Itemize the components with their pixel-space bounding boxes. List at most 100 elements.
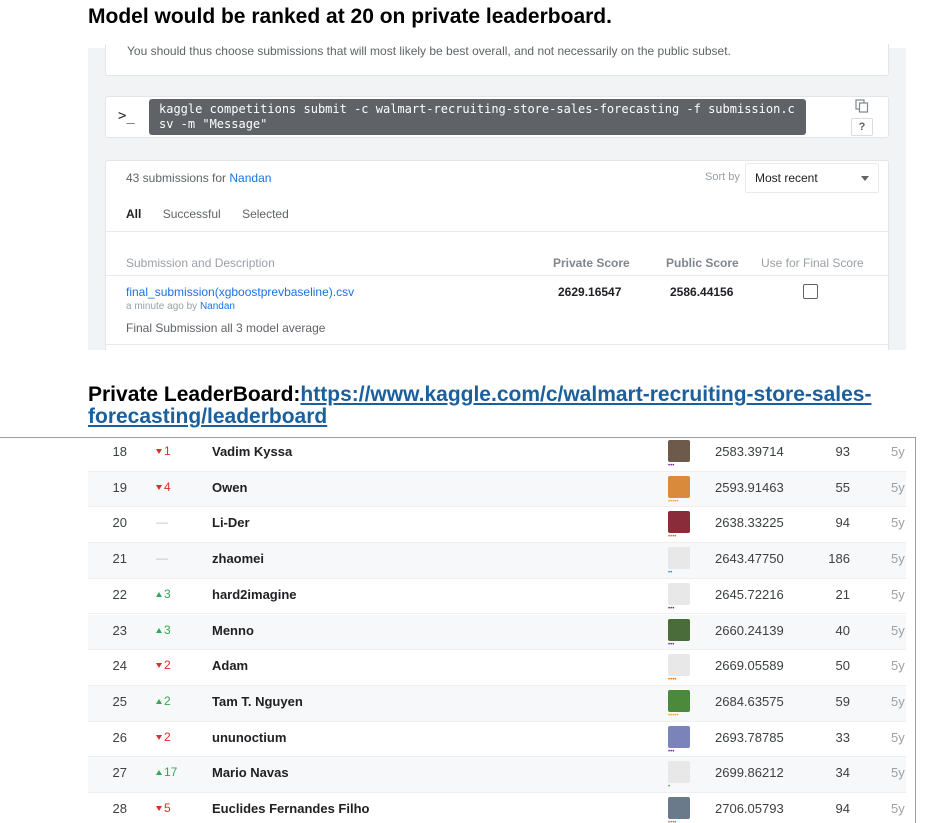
tab-successful[interactable]: Successful	[163, 207, 221, 221]
last-submission-cell: 5y	[891, 693, 905, 709]
copy-icon-graphic	[855, 99, 869, 113]
rank-change-value: —	[156, 515, 168, 530]
rank-cell: 26	[112, 729, 127, 745]
avatar[interactable]	[668, 689, 690, 712]
tier-dots: ••••	[668, 534, 677, 541]
leaderboard-row[interactable]: 19 4 Owen ••••• 2593.91463 55 5y	[88, 471, 906, 508]
rank-cell: 25	[112, 693, 127, 709]
avatar[interactable]	[668, 475, 690, 498]
entries-cell: 94	[835, 515, 850, 531]
last-submission-cell: 5y	[891, 551, 905, 567]
avatar[interactable]	[668, 547, 690, 570]
last-submission-cell: 5y	[891, 729, 905, 745]
rank-cell: 22	[112, 586, 127, 602]
rank-change-value: 17	[164, 765, 178, 780]
leaderboard-row[interactable]: 18 1 Vadim Kyssa ••• 2583.39714 93 5y	[88, 438, 906, 472]
arrow-down-icon	[156, 449, 162, 454]
last-submission-cell: 5y	[891, 801, 905, 816]
team-name[interactable]: Menno	[212, 623, 254, 638]
row-divider	[106, 344, 888, 345]
public-score: 2586.44156	[670, 285, 734, 299]
entries-cell: 55	[835, 479, 850, 495]
header-divider	[106, 275, 888, 276]
rank-change: —	[156, 515, 168, 529]
submission-author-link[interactable]: Nandan	[200, 301, 235, 312]
team-name[interactable]: Vadim Kyssa	[212, 444, 292, 459]
tier-dots: ••••	[668, 677, 677, 684]
sort-by-label: Sort by	[705, 171, 740, 183]
col-public-score: Public Score	[666, 256, 739, 270]
score-cell: 2583.39714	[715, 444, 784, 459]
user-link[interactable]: Nandan	[229, 171, 271, 185]
col-private-score: Private Score	[553, 256, 630, 270]
tab-all[interactable]: All	[126, 207, 141, 221]
entries-cell: 59	[835, 693, 850, 709]
submissions-panel: You should thus choose submissions that …	[88, 44, 906, 350]
team-name[interactable]: hard2imagine	[212, 587, 297, 602]
avatar[interactable]	[668, 440, 690, 462]
leaderboard-row[interactable]: 27 17 Mario Navas • 2699.86212 34 5y	[88, 757, 906, 793]
avatar[interactable]	[668, 725, 690, 748]
entries-cell: 34	[835, 765, 850, 781]
tier-dots: •••••	[668, 712, 679, 719]
avatar[interactable]	[668, 761, 690, 784]
help-button[interactable]: ?	[851, 118, 873, 136]
avatar[interactable]	[668, 797, 690, 819]
api-command[interactable]: kaggle competitions submit -c walmart-re…	[149, 99, 806, 135]
team-name[interactable]: Tam T. Nguyen	[212, 694, 303, 709]
api-command-card: >_ kaggle competitions submit -c walmart…	[105, 96, 889, 138]
rank-change-value: 5	[164, 801, 171, 815]
submission-description: Final Submission all 3 model average	[126, 321, 326, 335]
leaderboard-row[interactable]: 26 2 ununoctium ••• 2693.78785 33 5y	[88, 722, 906, 758]
copy-icon[interactable]	[851, 99, 873, 117]
tier-dots: •	[668, 784, 671, 791]
score-cell: 2684.63575	[715, 693, 784, 709]
rank-change-value: 2	[164, 658, 171, 673]
team-name[interactable]: Mario Navas	[212, 765, 289, 780]
chevron-down-icon	[861, 176, 869, 181]
leaderboard-table: 18 1 Vadim Kyssa ••• 2583.39714 93 5y 19 4 Owen ••…	[0, 437, 916, 823]
team-name[interactable]: Li-Der	[212, 515, 250, 530]
score-cell: 2645.72216	[715, 586, 784, 602]
team-name[interactable]: zhaomei	[212, 551, 264, 566]
rank-change: 2	[156, 694, 171, 708]
rank-change: 5	[156, 801, 171, 815]
avatar[interactable]	[668, 511, 690, 534]
tabs-divider	[106, 231, 888, 232]
leaderboard-row[interactable]: 22 3 hard2imagine ••• 2645.72216 21 5y	[88, 579, 906, 615]
team-name[interactable]: Euclides Fernandes Filho	[212, 801, 369, 816]
last-submission-cell: 5y	[891, 658, 905, 674]
team-name[interactable]: Owen	[212, 480, 247, 495]
leaderboard-row[interactable]: 20 — Li-Der •••• 2638.33225 94 5y	[88, 507, 906, 544]
tab-selected[interactable]: Selected	[242, 207, 289, 221]
tier-dots: •••	[668, 641, 675, 648]
tier-dots: •••••	[668, 498, 679, 505]
team-name[interactable]: Adam	[212, 658, 248, 673]
team-name[interactable]: ununoctium	[212, 730, 286, 745]
rank-cell: 21	[112, 551, 127, 567]
rank-cell: 20	[112, 515, 127, 531]
use-for-final-checkbox[interactable]	[803, 284, 818, 299]
rank-cell: 23	[112, 622, 127, 638]
entries-cell: 33	[835, 729, 850, 745]
rank-change-value: 3	[164, 586, 171, 601]
leaderboard-row[interactable]: 23 3 Menno ••• 2660.24139 40 5y	[88, 614, 906, 651]
leaderboard-row[interactable]: 25 2 Tam T. Nguyen ••••• 2684.63575 59 5y	[88, 685, 906, 722]
score-cell: 2693.78785	[715, 729, 784, 745]
sort-dropdown[interactable]: Most recent	[745, 163, 879, 193]
entries-cell: 186	[828, 551, 850, 567]
rank-change: 17	[156, 765, 177, 779]
submissions-count: 43 submissions for Nandan	[126, 171, 271, 185]
submission-file-link[interactable]: final_submission(xgboostprevbaseline).cs…	[126, 285, 354, 299]
avatar[interactable]	[668, 618, 690, 641]
leaderboard-row[interactable]: 24 2 Adam •••• 2669.05589 50 5y	[88, 650, 906, 686]
avatar[interactable]	[668, 654, 690, 677]
submissions-count-text: 43 submissions for	[126, 171, 227, 185]
arrow-up-icon	[156, 627, 162, 633]
leaderboard-row[interactable]: 28 5 Euclides Fernandes Filho •••• 2706.0579…	[88, 793, 906, 823]
leaderboard-row[interactable]: 21 — zhaomei •• 2643.47750 186 5y	[88, 543, 906, 579]
arrow-up-icon	[156, 591, 162, 597]
arrow-down-icon	[156, 484, 162, 490]
avatar[interactable]	[668, 582, 690, 605]
arrow-down-icon	[156, 663, 162, 669]
